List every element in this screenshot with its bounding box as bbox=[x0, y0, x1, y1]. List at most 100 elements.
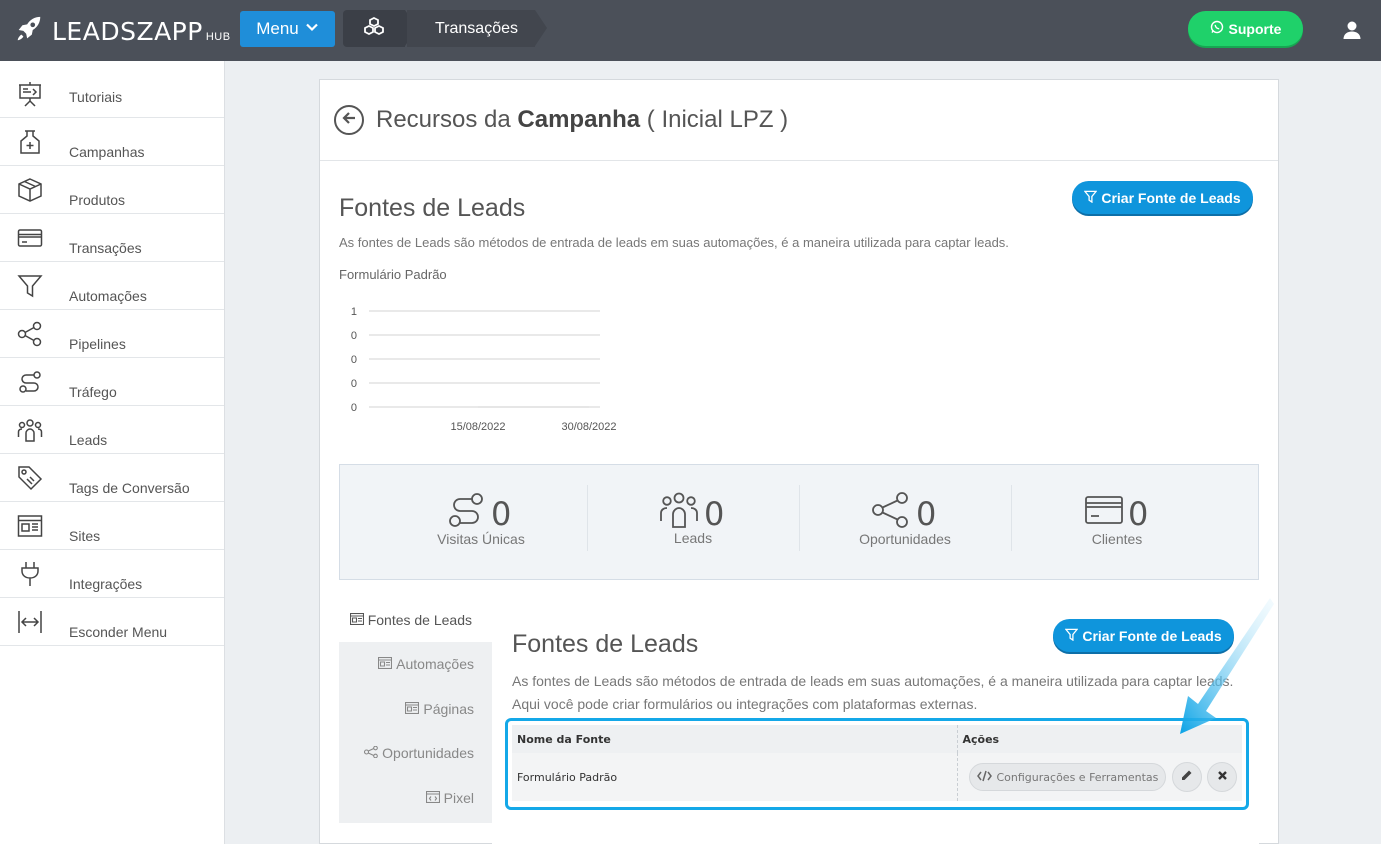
leads-chart: 1 0 0 0 0 15/08/2022 30/08/2022 bbox=[351, 306, 617, 433]
stat-label: Clientes bbox=[1091, 531, 1143, 547]
website-icon bbox=[405, 701, 420, 717]
close-icon bbox=[1216, 769, 1229, 785]
tags-icon bbox=[17, 465, 43, 491]
table-row: Formulário Padrão Configurações e Ferram… bbox=[512, 753, 1242, 801]
tab-automacoes[interactable]: Automações bbox=[378, 656, 474, 672]
page-title-bold: Campanha bbox=[517, 106, 641, 133]
sidebar-item-label: Leads bbox=[69, 432, 108, 448]
stat-value: 0 bbox=[491, 495, 512, 533]
box-icon bbox=[17, 177, 43, 203]
sidebar-item-label: Produtos bbox=[69, 192, 126, 208]
code-window-icon bbox=[425, 790, 440, 806]
create-button-label: Criar Fonte de Leads bbox=[1101, 189, 1241, 206]
website-icon bbox=[17, 513, 43, 539]
sidebar-item-pipelines[interactable]: Pipelines bbox=[0, 310, 224, 358]
tab-fontes-de-leads[interactable]: Fontes de Leads bbox=[349, 612, 472, 628]
column-header-nome-da-fonte: Nome da Fonte bbox=[512, 725, 958, 753]
chart-y-tick-label: 0 bbox=[351, 378, 357, 390]
sidebar-item-label: Pipelines bbox=[69, 336, 126, 352]
tab-pixel[interactable]: Pixel bbox=[425, 790, 474, 806]
route-icon bbox=[446, 491, 486, 529]
actions-cell: Configurações e Ferramentas bbox=[957, 753, 1242, 801]
support-button[interactable]: Suporte bbox=[1188, 11, 1303, 46]
chart-title: Formulário Padrão bbox=[339, 267, 447, 282]
sidebar-item-label: Tráfego bbox=[69, 384, 117, 400]
create-lead-source-button[interactable]: Criar Fonte de Leads bbox=[1072, 181, 1253, 214]
stat-value: 0 bbox=[704, 495, 725, 533]
configurations-tools-label: Configurações e Ferramentas bbox=[996, 770, 1159, 784]
delete-button[interactable] bbox=[1207, 762, 1238, 792]
table-header-row: Nome da Fonte Ações bbox=[512, 725, 1242, 753]
sidebar-item-label: Transações bbox=[69, 240, 142, 256]
sidebar-item-tags-conversao[interactable]: Tags de Conversão bbox=[0, 454, 224, 502]
brand-name: LEADSZAPP bbox=[52, 16, 203, 46]
menu-button-label: Menu bbox=[256, 19, 299, 38]
collapse-icon bbox=[17, 609, 43, 635]
whatsapp-icon bbox=[1210, 20, 1224, 37]
page-title-suffix: ( Inicial LPZ ) bbox=[640, 106, 789, 133]
credit-card-icon bbox=[1084, 491, 1124, 529]
sidebar-item-transacoes[interactable]: Transações bbox=[0, 214, 224, 262]
tab-label: Pixel bbox=[443, 790, 474, 806]
sidebar-item-label: Tutoriais bbox=[69, 89, 123, 105]
top-bar: LEADSZAPP HUB Menu Transações Suporte bbox=[0, 0, 1381, 61]
tab-label: Páginas bbox=[423, 701, 474, 717]
sidebar-item-trafego[interactable]: Tráfego bbox=[0, 358, 224, 406]
breadcrumb-home[interactable] bbox=[343, 10, 417, 47]
tab-label: Automações bbox=[396, 656, 474, 672]
sidebar-item-campanhas[interactable]: Campanhas bbox=[0, 118, 224, 166]
sidebar-item-automacoes[interactable]: Automações bbox=[0, 262, 224, 310]
stat-clientes: 0 Clientes bbox=[1011, 465, 1223, 581]
brand-suffix: HUB bbox=[205, 31, 231, 43]
share-icon bbox=[364, 745, 379, 761]
brand-logo[interactable]: LEADSZAPP HUB bbox=[14, 14, 231, 48]
sidebar-item-esconder-menu[interactable]: Esconder Menu bbox=[0, 598, 224, 646]
stat-label: Leads bbox=[673, 530, 713, 546]
back-button[interactable] bbox=[334, 105, 364, 135]
sidebar-item-sites[interactable]: Sites bbox=[0, 502, 224, 550]
tab-oportunidades[interactable]: Oportunidades bbox=[364, 745, 474, 761]
sidebar-item-label: Automações bbox=[69, 288, 147, 304]
sidebar-item-label: Esconder Menu bbox=[69, 624, 168, 640]
annotation-arrow bbox=[1180, 598, 1274, 734]
stat-leads: 0 Leads bbox=[587, 465, 799, 581]
pencil-icon bbox=[1180, 769, 1193, 785]
chart-y-tick-label: 0 bbox=[351, 330, 357, 342]
stat-visitas-unicas: 0 Visitas Únicas bbox=[375, 465, 587, 581]
menu-button[interactable]: Menu bbox=[240, 11, 335, 47]
tab-paginas[interactable]: Páginas bbox=[405, 701, 474, 717]
chart-x-tick-label: 15/08/2022 bbox=[450, 421, 505, 433]
configurations-tools-button[interactable]: Configurações e Ferramentas bbox=[968, 763, 1167, 791]
tab-label: Fontes de Leads bbox=[367, 612, 472, 628]
arrow-left-icon bbox=[341, 110, 357, 131]
funnel-icon bbox=[17, 273, 43, 299]
chart-y-tick-label: 1 bbox=[351, 306, 357, 318]
sidebar-item-label: Campanhas bbox=[69, 144, 145, 160]
lead-sources-table-highlight: Nome da Fonte Ações Formulário Padrão Co… bbox=[505, 718, 1249, 810]
page-title-prefix: Recursos da bbox=[376, 106, 518, 133]
website-icon bbox=[378, 656, 393, 672]
breadcrumb-current[interactable]: Transações bbox=[407, 10, 547, 47]
tab-pane-description: As fontes de Leads são métodos de entrad… bbox=[512, 673, 1234, 712]
sidebar-item-tutoriais[interactable]: Tutoriais bbox=[0, 61, 224, 118]
website-icon bbox=[349, 612, 364, 628]
resource-tabs: Fontes de Leads Automações Páginas Oport… bbox=[339, 600, 492, 823]
stat-value: 0 bbox=[1128, 495, 1149, 533]
plug-icon bbox=[17, 561, 43, 587]
sidebar-item-produtos[interactable]: Produtos bbox=[0, 166, 224, 214]
chevron-down-icon bbox=[305, 19, 319, 39]
section-description: As fontes de Leads são métodos de entrad… bbox=[339, 235, 1009, 250]
sidebar-item-leads[interactable]: Leads bbox=[0, 406, 224, 454]
stat-label: Oportunidades bbox=[859, 531, 951, 547]
users-icon bbox=[659, 491, 699, 529]
stats-bar: 0 Visitas Únicas 0 Leads 0 Oportunidades… bbox=[339, 464, 1259, 580]
sidebar-item-integracoes[interactable]: Integrações bbox=[0, 550, 224, 598]
stat-label: Visitas Únicas bbox=[437, 531, 525, 547]
code-icon bbox=[976, 770, 992, 785]
section-title: Fontes de Leads bbox=[339, 194, 526, 222]
source-name-cell: Formulário Padrão bbox=[512, 753, 958, 801]
sidebar-item-label: Integrações bbox=[69, 576, 143, 592]
edit-button[interactable] bbox=[1171, 762, 1202, 792]
breadcrumb: Transações bbox=[343, 10, 547, 47]
user-icon[interactable] bbox=[1342, 20, 1362, 40]
